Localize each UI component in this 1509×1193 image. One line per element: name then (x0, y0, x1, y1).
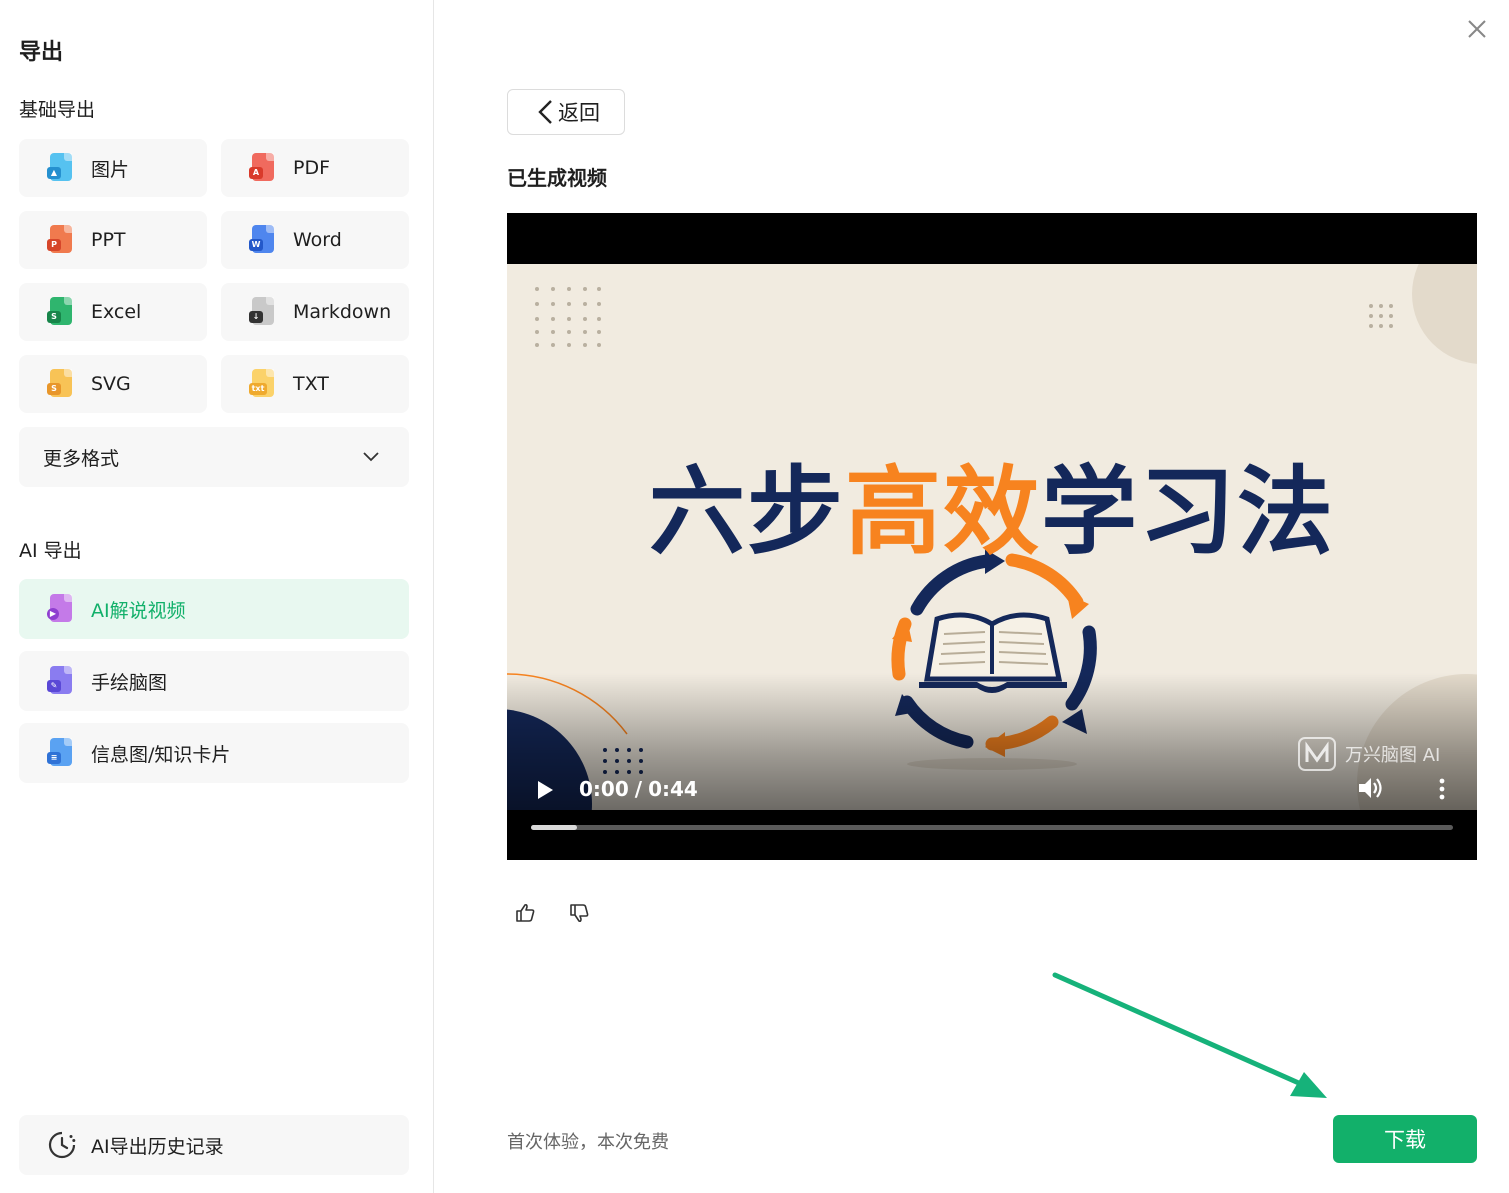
back-button[interactable]: 返回 (507, 89, 625, 135)
image-file-icon: ▲ (47, 153, 73, 183)
infographic-file-icon: ≡ (47, 738, 73, 768)
close-icon[interactable] (1466, 18, 1488, 40)
brand-logo-icon (1298, 737, 1336, 771)
ai-export-history-button[interactable]: AI导出历史记录 (19, 1115, 409, 1175)
export-markdown-button[interactable]: ↓ Markdown (221, 283, 409, 341)
export-svg-label: SVG (91, 373, 131, 395)
hand-drawn-mindmap-button[interactable]: ✎ 手绘脑图 (19, 651, 409, 711)
export-word-button[interactable]: W Word (221, 211, 409, 269)
video-title-part1: 六步 (649, 456, 845, 568)
ai-explainer-video-label: AI解说视频 (91, 599, 186, 622)
export-ppt-label: PPT (91, 229, 126, 251)
more-options-icon[interactable] (1435, 778, 1449, 800)
free-trial-note: 首次体验，本次免费 (507, 1132, 669, 1153)
watermark-text: 万兴脑图 AI (1345, 745, 1441, 766)
annotation-arrow (1052, 972, 1327, 1098)
video-title-part3: 学习法 (1041, 456, 1335, 568)
export-excel-label: Excel (91, 301, 142, 323)
video-title-part2: 高效 (845, 456, 1041, 568)
volume-icon[interactable] (1357, 776, 1383, 800)
export-sidebar: 导出 基础导出 ▲ 图片 A PDF P PPT W Word S Excel … (0, 0, 434, 1193)
video-file-icon: ▶ (47, 594, 73, 624)
download-button[interactable]: 下载 (1333, 1115, 1477, 1163)
current-time: 0:00 (579, 777, 629, 801)
word-file-icon: W (249, 225, 275, 255)
ai-export-history-label: AI导出历史记录 (91, 1135, 224, 1158)
export-image-label: 图片 (91, 158, 130, 181)
hand-drawn-file-icon: ✎ (47, 666, 73, 696)
chevron-left-icon (538, 100, 552, 124)
duration: 0:44 (648, 777, 698, 801)
hand-drawn-mindmap-label: 手绘脑图 (91, 671, 168, 694)
video-player[interactable]: 六步高效学习法 万兴脑图 AI 0:00/0:44 (507, 213, 1477, 860)
video-time: 0:00/0:44 (579, 777, 698, 801)
video-progress-bar[interactable] (531, 825, 1453, 830)
export-txt-button[interactable]: txt TXT (221, 355, 409, 413)
export-image-button[interactable]: ▲ 图片 (19, 139, 207, 197)
export-svg-button[interactable]: S SVG (19, 355, 207, 413)
svg-file-icon: S (47, 369, 73, 399)
export-markdown-label: Markdown (293, 301, 392, 323)
pdf-file-icon: A (249, 153, 275, 183)
export-txt-label: TXT (293, 373, 329, 395)
ai-export-label: AI 导出 (19, 540, 82, 562)
more-formats-dropdown[interactable]: 更多格式 (19, 427, 409, 487)
export-excel-button[interactable]: S Excel (19, 283, 207, 341)
export-ppt-button[interactable]: P PPT (19, 211, 207, 269)
markdown-file-icon: ↓ (249, 297, 275, 327)
chevron-down-icon (363, 452, 379, 462)
more-formats-label: 更多格式 (43, 447, 120, 470)
generated-video-title: 已生成视频 (507, 166, 607, 190)
brand-watermark: 万兴脑图 AI (1297, 736, 1440, 772)
ai-explainer-video-button[interactable]: ▶ AI解说视频 (19, 579, 409, 639)
ppt-file-icon: P (47, 225, 73, 255)
export-pdf-label: PDF (293, 157, 331, 179)
time-separator: / (634, 777, 643, 801)
excel-file-icon: S (47, 297, 73, 327)
play-icon[interactable] (535, 779, 555, 801)
video-title-text: 六步高效学习法 (507, 434, 1477, 573)
basic-export-label: 基础导出 (19, 99, 96, 121)
infographic-card-button[interactable]: ≡ 信息图/知识卡片 (19, 723, 409, 783)
txt-file-icon: txt (249, 369, 275, 399)
video-progress-fill (531, 825, 578, 830)
export-word-label: Word (293, 229, 342, 251)
infographic-card-label: 信息图/知识卡片 (91, 743, 231, 766)
history-clock-icon (48, 1131, 76, 1159)
thumbs-down-icon[interactable] (568, 902, 590, 924)
thumbs-up-icon[interactable] (514, 902, 536, 924)
export-pdf-button[interactable]: A PDF (221, 139, 409, 197)
back-label: 返回 (558, 101, 600, 125)
sidebar-title: 导出 (19, 40, 64, 65)
